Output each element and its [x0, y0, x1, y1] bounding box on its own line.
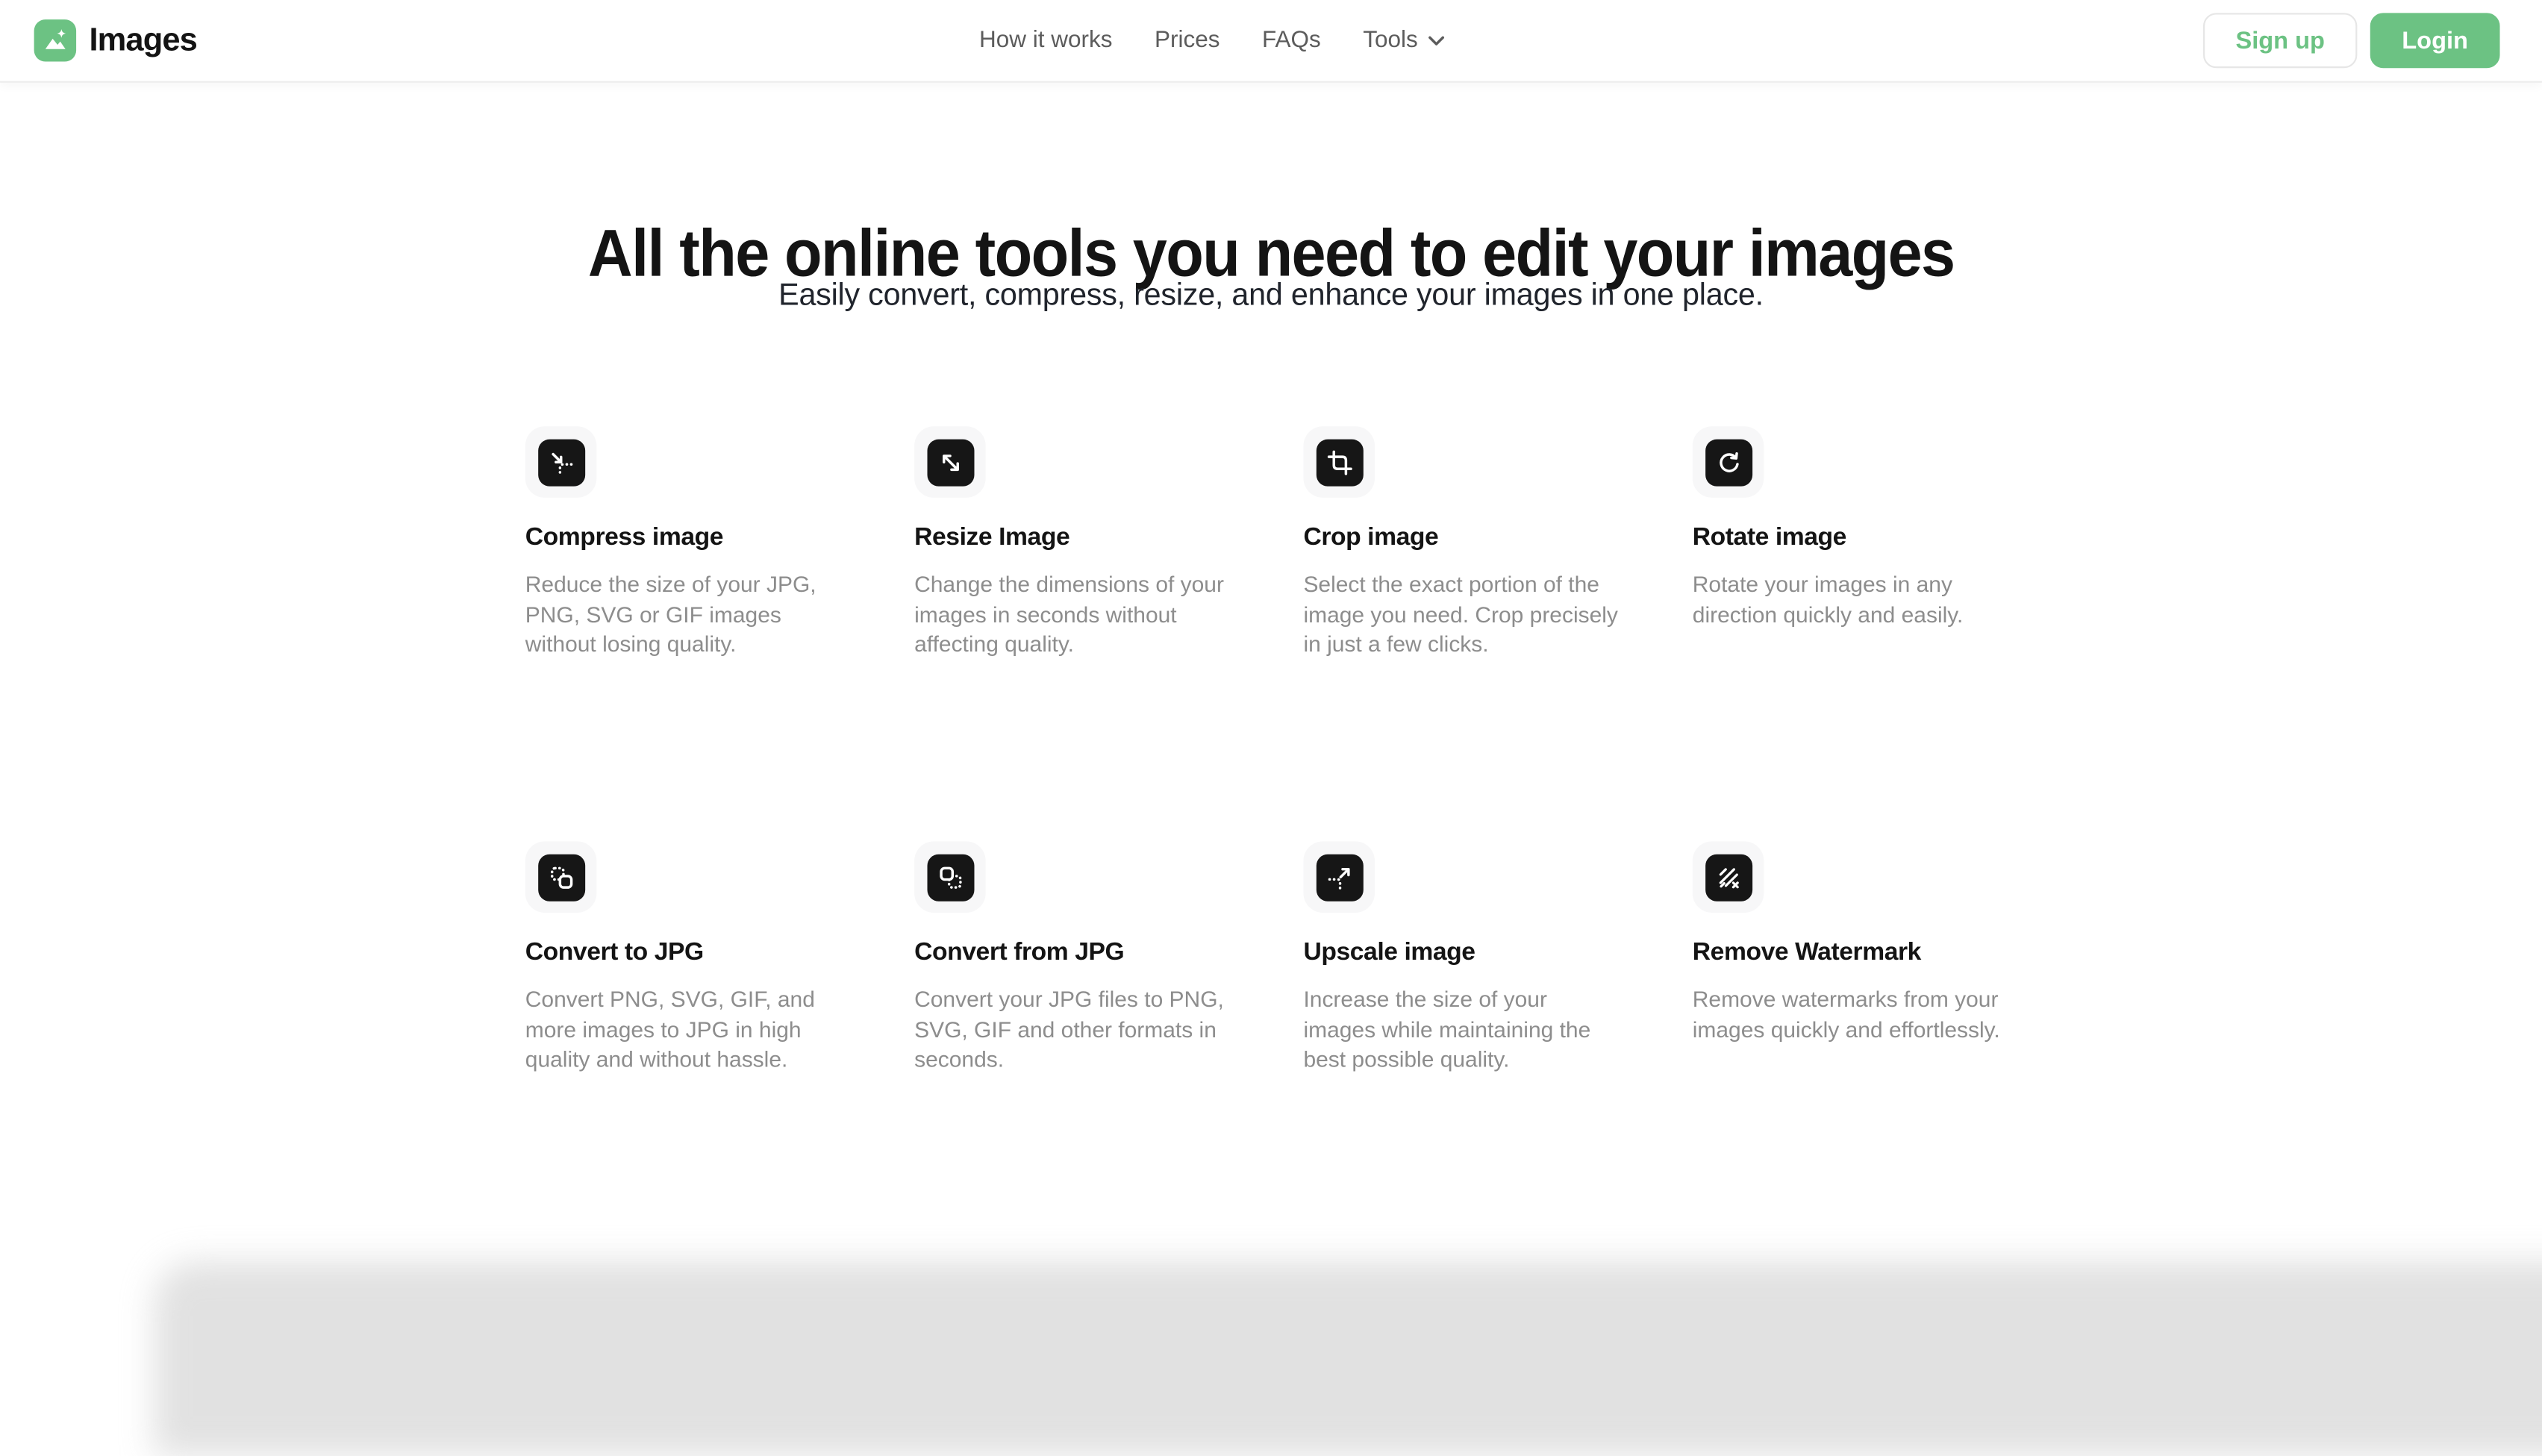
convert-to-jpg-icon	[525, 841, 597, 913]
tool-description: Increase the size of your images while m…	[1303, 986, 1621, 1076]
tool-card-compress-image[interactable]: Compress image Reduce the size of your J…	[525, 426, 853, 841]
next-section-shadow	[154, 1261, 2542, 1456]
compress-icon	[525, 426, 597, 498]
tool-description: Rotate your images in any direction quic…	[1693, 571, 2011, 631]
tool-card-crop-image[interactable]: Crop image Select the exact portion of t…	[1303, 426, 1631, 841]
tool-description: Remove watermarks from your images quick…	[1693, 986, 2011, 1046]
nav-tools-dropdown[interactable]: Tools	[1363, 28, 1443, 54]
tool-title: Upscale image	[1303, 939, 1631, 968]
page-subtitle: Easily convert, compress, resize, and en…	[0, 279, 2542, 315]
tool-description: Convert PNG, SVG, GIF, and more images t…	[525, 986, 843, 1076]
nav-faqs[interactable]: FAQs	[1262, 28, 1321, 54]
tool-title: Convert to JPG	[525, 939, 853, 968]
tool-card-resize-image[interactable]: Resize Image Change the dimensions of yo…	[914, 426, 1242, 841]
tool-title: Rotate image	[1693, 524, 2020, 553]
rotate-icon	[1693, 426, 1764, 498]
upscale-icon	[1303, 841, 1375, 913]
tool-card-convert-to-jpg[interactable]: Convert to JPG Convert PNG, SVG, GIF, an…	[525, 841, 853, 1256]
brand-logo[interactable]: Images	[34, 19, 197, 61]
resize-icon	[914, 426, 986, 498]
crop-icon	[1303, 426, 1375, 498]
tool-title: Remove Watermark	[1693, 939, 2020, 968]
tool-description: Convert your JPG files to PNG, SVG, GIF …	[914, 986, 1232, 1076]
tool-description: Reduce the size of your JPG, PNG, SVG or…	[525, 571, 843, 661]
tool-title: Convert from JPG	[914, 939, 1242, 968]
remove-watermark-icon	[1693, 841, 1764, 913]
tool-card-convert-from-jpg[interactable]: Convert from JPG Convert your JPG files …	[914, 841, 1242, 1256]
nav-prices[interactable]: Prices	[1155, 28, 1220, 54]
tool-description: Change the dimensions of your images in …	[914, 571, 1232, 661]
main-nav: How it works Prices FAQs Tools	[979, 0, 1444, 81]
sign-up-button[interactable]: Sign up	[2203, 13, 2357, 68]
nav-how-it-works[interactable]: How it works	[979, 28, 1113, 54]
tool-card-remove-watermark[interactable]: Remove Watermark Remove watermarks from …	[1693, 841, 2020, 1256]
tool-title: Compress image	[525, 524, 853, 553]
tool-title: Crop image	[1303, 524, 1631, 553]
login-button[interactable]: Login	[2370, 13, 2500, 68]
images-logo-icon	[34, 19, 76, 61]
tool-title: Resize Image	[914, 524, 1242, 553]
auth-buttons: Sign up Login	[2203, 13, 2500, 68]
tool-card-upscale-image[interactable]: Upscale image Increase the size of your …	[1303, 841, 1631, 1256]
chevron-down-icon	[1428, 35, 1444, 46]
tool-card-rotate-image[interactable]: Rotate image Rotate your images in any d…	[1693, 426, 2020, 841]
top-navigation-bar: Images How it works Prices FAQs Tools Si…	[0, 0, 2542, 83]
brand-name: Images	[89, 22, 197, 59]
tool-description: Select the exact portion of the image yo…	[1303, 571, 1621, 661]
convert-from-jpg-icon	[914, 841, 986, 913]
tools-grid: Compress image Reduce the size of your J…	[525, 426, 2020, 1256]
nav-tools-label: Tools	[1363, 28, 1418, 54]
